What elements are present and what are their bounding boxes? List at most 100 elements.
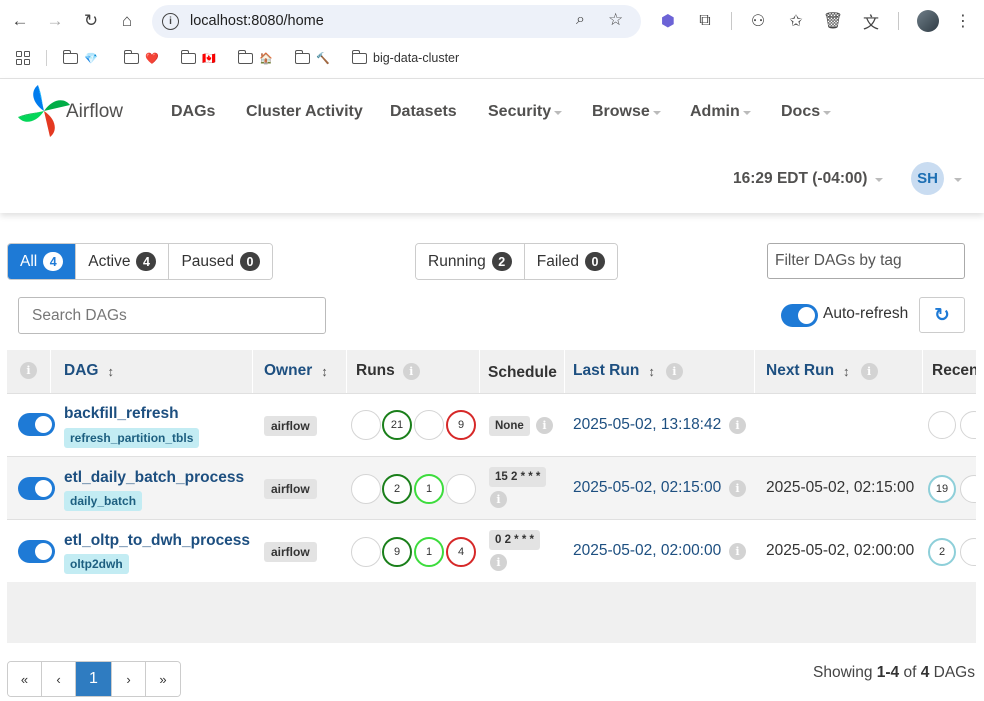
header-next-run[interactable]: Next Run ↕ i <box>766 362 878 380</box>
nav-dags[interactable]: DAGs <box>171 103 215 121</box>
nav-cluster-activity[interactable]: Cluster Activity <box>246 103 363 121</box>
address-bar[interactable]: i localhost:8080/home ⌕ ☆ <box>152 5 641 38</box>
filter-running-button[interactable]: Running 2 <box>416 244 525 279</box>
user-avatar[interactable]: SH <box>911 162 944 195</box>
chevron-down-icon[interactable] <box>954 178 962 182</box>
filter-failed-button[interactable]: Failed 0 <box>524 244 617 279</box>
nav-datasets[interactable]: Datasets <box>390 103 457 121</box>
last-run-link[interactable]: 2025-05-02, 02:15:00 <box>573 479 721 497</box>
refresh-button[interactable]: ↻ <box>919 297 965 333</box>
owner-badge[interactable]: airflow <box>264 542 317 562</box>
current-page-button[interactable]: 1 <box>76 662 112 696</box>
next-page-button[interactable]: › <box>112 662 146 696</box>
translate-icon[interactable]: 文 <box>859 9 883 33</box>
apps-icon[interactable] <box>16 51 30 65</box>
run-state-failed[interactable]: 9 <box>446 410 476 440</box>
info-icon[interactable]: i <box>490 491 507 508</box>
nav-admin[interactable]: Admin <box>690 103 751 121</box>
header-info[interactable]: i <box>20 362 37 379</box>
filter-active-button[interactable]: Active 4 <box>76 244 170 279</box>
dag-tag[interactable]: oltp2dwh <box>64 554 129 574</box>
run-state-queued[interactable] <box>351 410 381 440</box>
site-info-icon[interactable]: i <box>162 13 179 30</box>
prev-page-button[interactable]: ‹ <box>42 662 76 696</box>
dag-link[interactable]: etl_oltp_to_dwh_process <box>64 532 250 550</box>
recent-task-circle[interactable] <box>960 411 976 439</box>
puzzle-icon[interactable]: ⧉ <box>693 9 717 33</box>
first-page-button[interactable]: « <box>8 662 42 696</box>
dag-link[interactable]: etl_daily_batch_process <box>64 469 244 487</box>
url-text[interactable]: localhost:8080/home <box>190 13 324 29</box>
last-page-button[interactable]: » <box>146 662 180 696</box>
auto-refresh-toggle[interactable] <box>781 304 818 327</box>
run-state-queued[interactable] <box>351 537 381 567</box>
reload-icon[interactable]: ↻ <box>79 9 103 33</box>
extension-icon[interactable]: ⬢ <box>656 9 680 33</box>
dag-link[interactable]: backfill_refresh <box>64 405 179 423</box>
nav-browse[interactable]: Browse <box>592 103 661 121</box>
info-icon[interactable]: i <box>536 417 553 434</box>
dag-tag[interactable]: daily_batch <box>64 491 143 511</box>
last-run-link[interactable]: 2025-05-02, 13:18:42 <box>573 416 721 434</box>
run-state-success[interactable]: 21 <box>382 410 412 440</box>
bookmark-folder-big-data-cluster[interactable]: big-data-cluster <box>351 48 459 68</box>
bookmark-folder[interactable]: 🔨 <box>294 48 330 68</box>
info-icon[interactable]: i <box>490 554 507 571</box>
owner-badge[interactable]: airflow <box>264 416 317 436</box>
dag-pause-toggle[interactable] <box>18 540 55 563</box>
airflow-logo-icon[interactable] <box>16 83 72 139</box>
header-label: Owner <box>264 362 313 379</box>
nav-security[interactable]: Security <box>488 103 563 121</box>
header-owner[interactable]: Owner ↕ <box>264 362 328 380</box>
recent-task-circle[interactable]: 19 <box>928 475 956 503</box>
filter-all-button[interactable]: All 4 <box>8 244 77 279</box>
forward-icon[interactable]: → <box>43 9 67 33</box>
recent-task-circle[interactable] <box>960 538 976 566</box>
trash-icon[interactable]: 🗑︎ <box>821 9 845 33</box>
run-state-queued[interactable] <box>351 474 381 504</box>
timezone-clock[interactable]: 16:29 EDT (-04:00) <box>733 170 884 188</box>
filter-paused-button[interactable]: Paused 0 <box>169 244 273 279</box>
run-state-running[interactable] <box>414 410 444 440</box>
info-icon[interactable]: i <box>729 417 746 434</box>
tag-filter-input[interactable]: Filter DAGs by tag <box>767 243 965 279</box>
bookmarks-icon[interactable]: ✩ <box>784 9 808 33</box>
recent-task-circle[interactable] <box>960 475 976 503</box>
bookmark-folder[interactable]: 🏠 <box>237 48 273 68</box>
info-icon[interactable]: i <box>860 362 878 380</box>
run-state-running[interactable]: 1 <box>414 474 444 504</box>
nav-docs[interactable]: Docs <box>781 103 832 121</box>
back-icon[interactable]: ← <box>8 9 32 33</box>
browser-chrome: ← → ↻ ⌂ i localhost:8080/home ⌕ ☆ ⬢ ⧉ ⚇ … <box>0 0 984 79</box>
brand-name[interactable]: Airflow <box>66 101 123 123</box>
search-dags-input[interactable]: Search DAGs <box>18 297 326 334</box>
info-icon[interactable]: i <box>402 362 420 380</box>
run-state-failed[interactable] <box>446 474 476 504</box>
run-state-success[interactable]: 2 <box>382 474 412 504</box>
header-last-run[interactable]: Last Run ↕ i <box>573 362 683 380</box>
recent-task-circle[interactable] <box>928 411 956 439</box>
recent-task-circle[interactable]: 2 <box>928 538 956 566</box>
run-state-failed[interactable]: 4 <box>446 537 476 567</box>
info-icon[interactable]: i <box>729 480 746 497</box>
zoom-icon[interactable]: ⌕ <box>576 11 585 29</box>
more-menu-icon[interactable]: ⋮ <box>951 9 975 33</box>
dag-pause-toggle[interactable] <box>18 477 55 500</box>
bookmark-folder[interactable]: 🇨🇦 <box>180 48 216 68</box>
run-state-running[interactable]: 1 <box>414 537 444 567</box>
dag-pause-toggle[interactable] <box>18 413 55 436</box>
refresh-icon: ↻ <box>934 304 950 326</box>
incognito-icon[interactable]: ⚇ <box>746 9 770 33</box>
bookmark-folder[interactable]: 💎 <box>62 48 98 68</box>
dag-tag[interactable]: refresh_partition_tbls <box>64 428 200 448</box>
bookmark-star-icon[interactable]: ☆ <box>608 10 623 30</box>
profile-avatar[interactable] <box>917 10 939 32</box>
info-icon[interactable]: i <box>729 543 746 560</box>
run-state-success[interactable]: 9 <box>382 537 412 567</box>
home-icon[interactable]: ⌂ <box>115 9 139 33</box>
owner-badge[interactable]: airflow <box>264 479 317 499</box>
info-icon[interactable]: i <box>665 362 683 380</box>
bookmark-folder[interactable]: ❤️ <box>123 48 159 68</box>
last-run-link[interactable]: 2025-05-02, 02:00:00 <box>573 542 721 560</box>
header-dag[interactable]: DAG ↕ <box>64 362 114 380</box>
